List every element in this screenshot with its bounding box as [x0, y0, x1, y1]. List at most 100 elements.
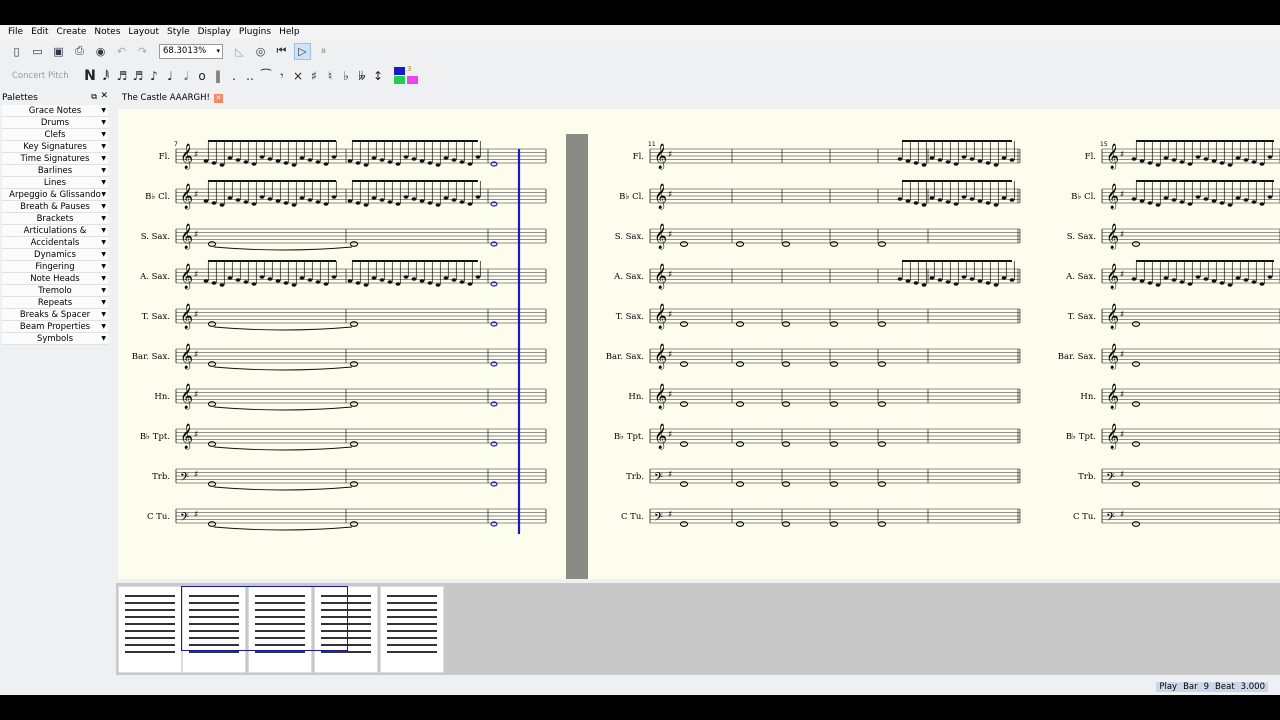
concert-pitch-toggle[interactable]: Concert Pitch [12, 71, 82, 81]
score-tab[interactable]: The Castle AAARGH! ✕ [122, 93, 223, 103]
bass-clef-icon: 𝄢 [180, 471, 189, 487]
score-canvas[interactable]: 7 𝄞 ♯ Fl. 𝄞 ♯ B♭ Cl. 𝄞 ♯ S. Sax. 𝄞 ♯ A. Sax. 𝄞 ♯ T. Sax… [118, 109, 1280, 579]
palette-repeats[interactable]: Repeats ▼ [2, 297, 108, 309]
eighth-note-icon[interactable]: ♪ [146, 69, 162, 83]
palette-barlines[interactable]: Barlines ▼ [2, 165, 108, 177]
palette-time-signatures[interactable]: Time Signatures ▼ [2, 153, 108, 165]
palette-fingering[interactable]: Fingering ▼ [2, 261, 108, 273]
whole-note-icon[interactable]: o [194, 69, 210, 83]
palette-dynamics[interactable]: Dynamics ▼ [2, 249, 108, 261]
loop-icon[interactable]: ◎ [252, 43, 269, 60]
menu-layout[interactable]: Layout [124, 25, 163, 39]
palette-articulations-ornaments[interactable]: Articulations & Ornaments▼ [2, 225, 108, 248]
whole-note [207, 241, 217, 247]
menu-edit[interactable]: Edit [27, 25, 52, 39]
play-icon[interactable]: ▷ [294, 42, 311, 60]
dot-icon[interactable]: . [226, 69, 242, 83]
voice-4-button[interactable] [407, 76, 418, 84]
double-flat-icon[interactable]: 𝄫 [354, 69, 370, 84]
close-icon[interactable]: ✕ [100, 91, 108, 101]
undo-icon[interactable]: ↶ [113, 43, 130, 60]
palette-key-signatures[interactable]: Key Signatures ▼ [2, 141, 108, 153]
sharp-icon[interactable]: ♯ [306, 69, 322, 83]
note-input-mode-button[interactable]: N [82, 68, 98, 84]
palette-clefs[interactable]: Clefs ▼ [2, 129, 108, 141]
main-toolbar: ▯ ▭ ▣ ⎙ ◉ ↶ ↷ 68.3013% ▾ ◺ ◎ ⏮ ▷ ⏸ [0, 41, 1280, 61]
score-page[interactable]: 7 𝄞 ♯Fl.𝄞 ♯B♭ Cl.𝄞 ♯S. Sax.𝄞 ♯A. Sax.𝄞 ♯T. Sax… [118, 109, 1280, 579]
palette-beam-properties[interactable]: Beam Properties ▼ [2, 321, 108, 333]
palette-label: Time Signatures [20, 154, 90, 164]
new-file-icon[interactable]: ▯ [8, 43, 25, 60]
half-note-icon[interactable]: 𝅗𝅥 [178, 69, 194, 84]
key-signature: ♯ [194, 230, 198, 240]
thumbnail-staff [125, 637, 175, 639]
mixer-icon[interactable]: ◉ [92, 43, 109, 60]
palette-label: Breath & Pauses [20, 202, 90, 212]
menu-create[interactable]: Create [53, 25, 91, 39]
sixtyfourth-note-icon[interactable]: 𝅘𝅥𝅱 [98, 69, 114, 84]
menu-plugins[interactable]: Plugins [235, 25, 275, 39]
close-tab-icon[interactable]: ✕ [213, 93, 223, 103]
palette-brackets[interactable]: Brackets ▼ [2, 213, 108, 225]
whole-note [735, 441, 745, 447]
palette-accidentals[interactable]: Accidentals ▼ [2, 237, 108, 249]
metronome-icon[interactable]: ◺ [231, 43, 248, 60]
thirtysecond-note-icon[interactable]: ♬ [114, 69, 130, 83]
note-head [1251, 200, 1257, 204]
menu-help[interactable]: Help [275, 25, 304, 39]
note-head [1179, 200, 1185, 204]
pause-icon[interactable]: ⏸ [315, 43, 332, 60]
rest-icon[interactable]: 𝄾 [274, 69, 290, 84]
palette-breath-pauses[interactable]: Breath & Pauses ▼ [2, 201, 108, 213]
sixteenth-note-icon[interactable]: ♬ [130, 69, 146, 83]
navigator-viewport[interactable] [181, 586, 348, 651]
score-navigator[interactable] [116, 583, 1280, 675]
save-icon[interactable]: ▣ [50, 43, 67, 60]
status-beat-label: Beat [1215, 682, 1235, 692]
note-head [1147, 281, 1153, 285]
note-head [1267, 275, 1273, 279]
note-head [1001, 156, 1007, 160]
redo-icon[interactable]: ↷ [134, 43, 151, 60]
voice-2-button[interactable] [394, 76, 405, 84]
key-signature: ♯ [668, 470, 672, 480]
palette-note-heads[interactable]: Note Heads ▼ [2, 273, 108, 285]
palette-tremolo[interactable]: Tremolo ▼ [2, 285, 108, 297]
note-head [1139, 279, 1145, 283]
palette-grace-notes[interactable]: Grace Notes ▼ [2, 105, 108, 117]
page-thumbnail[interactable] [118, 586, 182, 673]
status-bar-number: 9 [1203, 682, 1210, 692]
palette-breaks-spacer[interactable]: Breaks & Spacer ▼ [2, 309, 108, 321]
menu-file[interactable]: File [4, 25, 27, 39]
voice-selector[interactable]: 3 [394, 65, 420, 86]
zoom-select[interactable]: 68.3013% ▾ [159, 43, 223, 59]
bass-clef-icon: 𝄢 [1106, 511, 1115, 527]
palette-symbols[interactable]: Symbols ▼ [2, 333, 108, 345]
palette-drums[interactable]: Drums ▼ [2, 117, 108, 129]
double-dot-icon[interactable]: .. [242, 69, 258, 83]
quarter-note-icon[interactable]: ♩ [162, 69, 178, 83]
instrument-label: S. Sax. [1067, 232, 1096, 242]
bass-clef-icon: 𝄢 [654, 511, 663, 527]
flat-icon[interactable]: ♭ [338, 69, 354, 83]
menu-style[interactable]: Style [163, 25, 194, 39]
natural-icon[interactable]: ♮ [322, 69, 338, 83]
double-whole-note-icon[interactable]: ‖ [210, 69, 226, 83]
float-panel-icon[interactable]: ⧉ [91, 92, 97, 102]
rewind-icon[interactable]: ⏮ [273, 43, 290, 60]
chevron-down-icon: ▼ [101, 239, 106, 246]
menu-display[interactable]: Display [194, 25, 235, 39]
double-sharp-icon[interactable]: × [290, 69, 306, 83]
page-thumbnail[interactable] [380, 586, 444, 673]
print-icon[interactable]: ⎙ [71, 43, 88, 60]
palette-arpeggio-glissando[interactable]: Arpeggio & Glissando ▼ [2, 189, 108, 201]
treble-clef-icon: 𝄞 [1106, 143, 1119, 169]
voice-1-button[interactable] [394, 67, 405, 75]
chevron-down-icon: ▼ [101, 155, 106, 162]
treble-clef-icon: 𝄞 [654, 143, 667, 169]
tie-icon[interactable]: ⁀ [258, 69, 274, 83]
open-file-icon[interactable]: ▭ [29, 43, 46, 60]
flip-direction-icon[interactable]: ↕ [370, 69, 386, 83]
menu-notes[interactable]: Notes [90, 25, 124, 39]
palette-lines[interactable]: Lines ▼ [2, 177, 108, 189]
